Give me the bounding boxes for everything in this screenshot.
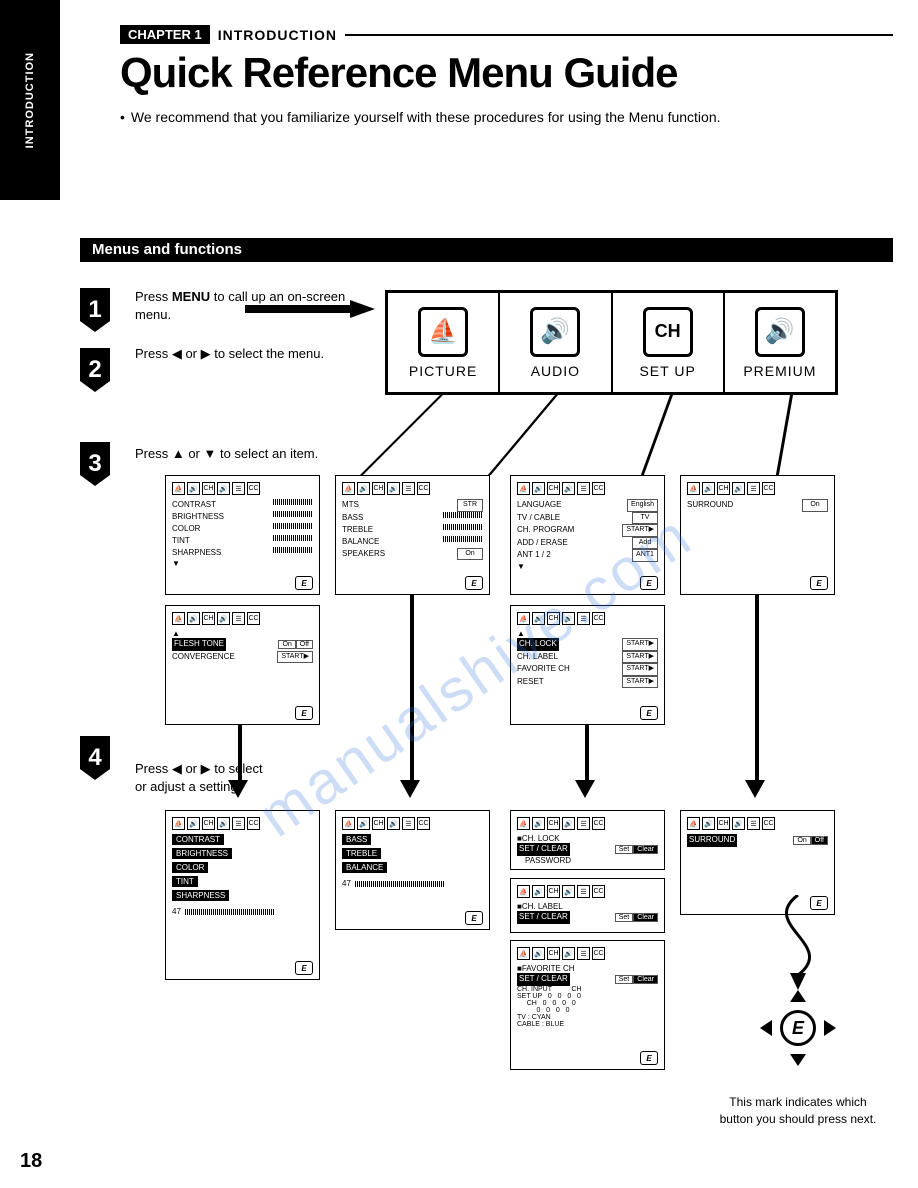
panel-ch-label: ⛵🔊CH🔊☰CC ■CH. LABEL SET / CLEARSetClear: [510, 878, 665, 933]
arrow-right-icon: [245, 300, 375, 318]
down-arrow-icon: [228, 780, 248, 798]
step-4-badge: 4: [80, 736, 110, 780]
connector: [641, 395, 673, 475]
panel-favorite-ch: ⛵🔊CH🔊☰CC ■FAVORITE CH SET / CLEARSetClea…: [510, 940, 665, 1070]
section-bar: Menus and functions: [80, 238, 893, 262]
bullet: •: [120, 109, 125, 125]
panel-setup-1: ⛵🔊CH🔊☰CC LANGUAGEEnglish TV / CABLETV CH…: [510, 475, 665, 595]
more-down: ▼: [172, 559, 313, 568]
connector: [585, 725, 589, 783]
panel-picture-1: ⛵🔊CH🔊☰CC CONTRAST BRIGHTNESS COLOR TINT …: [165, 475, 320, 595]
connector: [755, 595, 759, 783]
step-2-text: Press ◀ or ▶ to select the menu.: [135, 345, 355, 363]
e-logo-icon: E: [465, 911, 483, 925]
tab-premium[interactable]: 🔊 PREMIUM: [725, 293, 835, 392]
chapter-badge: CHAPTER 1: [120, 25, 210, 44]
panel-ch-lock: ⛵🔊CH🔊☰CC ■CH. LOCK SET / CLEARSetClear P…: [510, 810, 665, 870]
step-1-badge: 1: [80, 288, 110, 332]
step-column: 1 2 3 4: [80, 280, 110, 796]
chapter-label: INTRODUCTION: [218, 27, 337, 43]
tab-audio-label: AUDIO: [531, 363, 580, 379]
connector: [238, 725, 242, 783]
tab-picture[interactable]: ⛵ PICTURE: [388, 293, 500, 392]
nav-down-icon: [790, 1054, 806, 1066]
page-title: Quick Reference Menu Guide: [120, 49, 893, 97]
step-3-text: Press ▲ or ▼ to select an item.: [135, 445, 355, 463]
e-logo-icon: E: [295, 961, 313, 975]
panel-audio-adjust: ⛵🔊CH🔊☰CC BASS TREBLE BALANCE 47 E: [335, 810, 490, 930]
nav-up-icon: [790, 990, 806, 1002]
audio-icon: 🔊: [530, 307, 580, 357]
side-tab: INTRODUCTION: [0, 0, 60, 200]
tab-setup-label: SET UP: [639, 363, 695, 379]
e-logo-icon: E: [640, 1051, 658, 1065]
down-arrow-icon: [575, 780, 595, 798]
e-logo-icon: E: [295, 706, 313, 720]
page-header: CHAPTER 1 INTRODUCTION Quick Reference M…: [120, 25, 893, 125]
panel-setup-2: ⛵🔊CH🔊☰CC ▲ CH. LOCKSTART▶ CH. LABELSTART…: [510, 605, 665, 725]
panel-picture-2: ⛵🔊CH🔊☰CC ▲ FLESH TONEOnOff CONVERGENCEST…: [165, 605, 320, 725]
connector: [488, 395, 558, 475]
picture-icon: ⛵: [418, 307, 468, 357]
e-logo-icon: E: [465, 576, 483, 590]
footnote: This mark indicates which button you sho…: [713, 1094, 883, 1128]
step-3-badge: 3: [80, 442, 110, 486]
connector: [410, 595, 414, 783]
tab-audio[interactable]: 🔊 AUDIO: [500, 293, 612, 392]
panel-premium-1: ⛵🔊CH🔊☰CC SURROUNDOn E: [680, 475, 835, 595]
panel-picture-adjust: ⛵🔊CH🔊☰CC CONTRAST BRIGHTNESS COLOR TINT …: [165, 810, 320, 980]
e-logo-icon: E: [640, 576, 658, 590]
e-logo-icon: E: [295, 576, 313, 590]
intro-body: We recommend that you familiarize yourse…: [131, 109, 721, 125]
nav-left-icon: [760, 1020, 772, 1036]
step-2-badge: 2: [80, 348, 110, 392]
e-navigator-icon: E: [758, 988, 838, 1068]
tab-picture-label: PICTURE: [409, 363, 477, 379]
step-4-text: Press ◀ or ▶ to select or adjust a setti…: [135, 760, 275, 796]
nav-right-icon: [824, 1020, 836, 1036]
connector: [776, 395, 793, 475]
e-logo-icon: E: [640, 706, 658, 720]
menu-tabs: ⛵ PICTURE 🔊 AUDIO CH SET UP 🔊 PREMIUM: [385, 290, 838, 395]
tab-setup[interactable]: CH SET UP: [613, 293, 725, 392]
e-logo-icon: E: [810, 576, 828, 590]
panel-audio-1: ⛵🔊CH🔊☰CC MTSSTR BASS TREBLE BALANCE SPEA…: [335, 475, 490, 595]
tab-premium-label: PREMIUM: [743, 363, 816, 379]
setup-icon: CH: [643, 307, 693, 357]
chapter-rule: [345, 34, 893, 36]
nav-center-e: E: [780, 1010, 816, 1046]
side-tab-label: INTRODUCTION: [24, 52, 36, 148]
down-arrow-icon: [745, 780, 765, 798]
down-arrow-icon: [400, 780, 420, 798]
icon-bar: ⛵🔊CH🔊☰CC: [172, 482, 313, 495]
premium-icon: 🔊: [755, 307, 805, 357]
page-number: 18: [20, 1150, 42, 1173]
connector: [360, 395, 443, 475]
curvy-arrow-icon: [748, 895, 848, 995]
intro-text: • We recommend that you familiarize your…: [120, 109, 893, 125]
